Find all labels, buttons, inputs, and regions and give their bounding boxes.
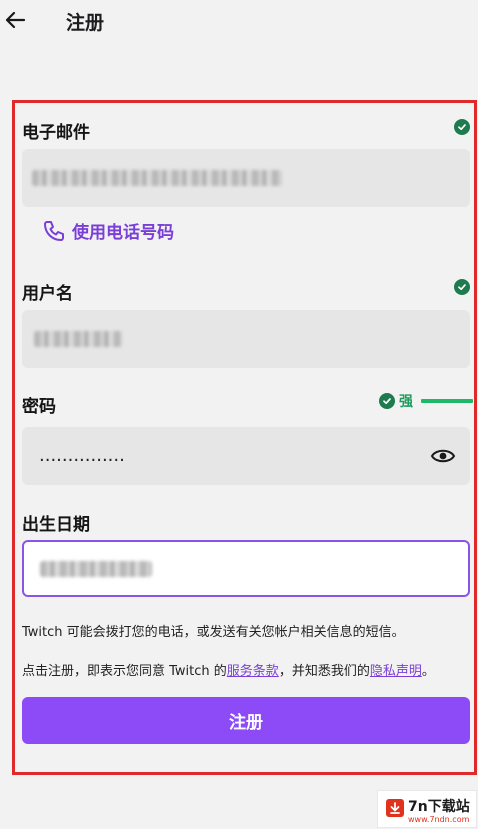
terms-prefix: 点击注册，即表示您同意 Twitch 的 [22,664,227,679]
phone-icon [44,220,64,241]
email-value-redacted [32,170,282,186]
watermark-title: 7n下载站 [408,799,470,815]
email-label: 电子邮件 [22,123,90,143]
username-label: 用户名 [22,284,73,304]
use-phone-link[interactable]: 使用电话号码 [42,218,174,243]
terms-notice: 点击注册，即表示您同意 Twitch 的服务条款，并知悉我们的隐私声明。 [22,660,435,679]
sms-notice: Twitch 可能会拨打您的电话，或发送有关您帐户相关信息的短信。 [22,625,405,640]
username-field[interactable] [22,310,470,368]
terms-middle: ，并知悉我们的 [278,664,370,679]
email-field[interactable] [22,149,470,207]
birthdate-label: 出生日期 [22,515,90,535]
terms-of-service-link[interactable]: 服务条款 [227,664,279,679]
privacy-notice-link[interactable]: 隐私声明 [370,664,422,679]
show-password-eye-icon[interactable] [430,446,456,466]
strength-check-icon [379,393,395,409]
birthdate-field[interactable] [22,540,470,597]
username-valid-check-icon [454,279,470,295]
download-icon [386,799,404,817]
username-value-redacted [34,331,122,347]
watermark-url: www.7ndn.com [408,815,470,824]
page-title: 注册 [66,12,105,34]
back-arrow-icon [5,11,26,29]
terms-suffix: 。 [421,664,435,679]
birthdate-value-redacted [40,560,152,577]
use-phone-label: 使用电话号码 [72,223,174,243]
signup-button[interactable]: 注册 [22,697,470,744]
password-label: 密码 [22,397,56,417]
strength-label: 强 [399,394,413,410]
password-field[interactable]: ............... [22,427,470,485]
password-value: ............... [39,445,125,466]
site-watermark: 7n下载站 www.7ndn.com [377,790,477,828]
password-strength: 强 [379,391,473,411]
back-button[interactable] [2,7,28,33]
email-valid-check-icon [454,119,470,135]
top-bar: 注册 [0,0,478,44]
strength-bar [421,399,473,403]
